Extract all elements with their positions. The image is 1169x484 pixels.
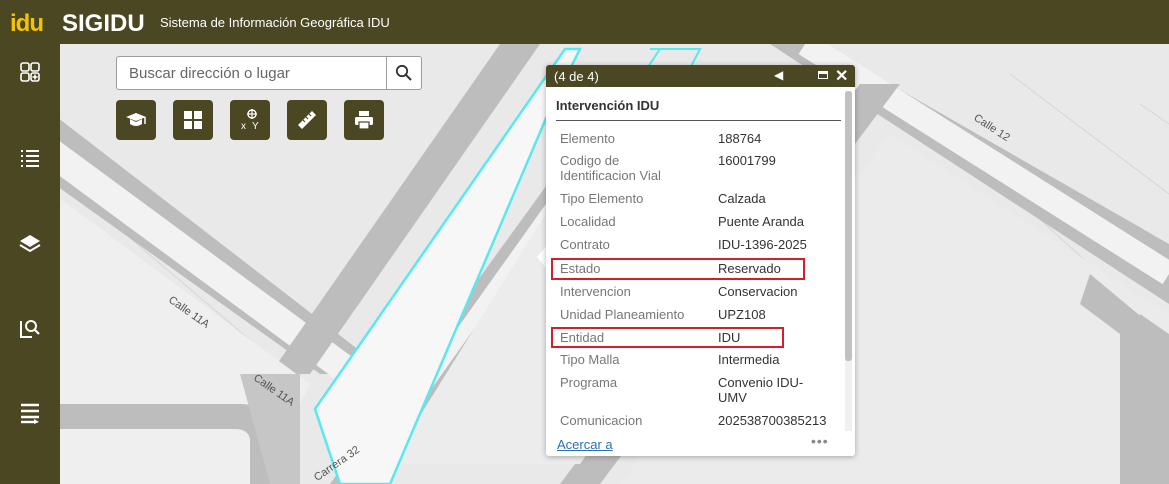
field-value: 188764 — [718, 131, 762, 146]
field-label: Tipo Elemento — [560, 191, 644, 206]
popup-title: Intervención IDU — [556, 98, 660, 113]
widgets-grid-icon[interactable] — [16, 60, 44, 88]
graduation-cap-icon — [126, 113, 146, 126]
field-value: Convenio IDU-UMV — [718, 375, 804, 405]
field-label: Codigo de Identificacion Vial — [560, 153, 661, 183]
close-icon[interactable]: ✕ — [835, 66, 848, 86]
field-label: Elemento — [560, 131, 615, 146]
field-label: Intervencion — [560, 284, 631, 299]
search-box — [116, 56, 422, 90]
graduation-cap-button[interactable] — [116, 100, 156, 140]
svg-text:Y: Y — [252, 121, 259, 132]
coordinates-button[interactable]: xY — [230, 100, 270, 140]
measure-button[interactable] — [287, 100, 327, 140]
basemap-grid-icon — [184, 111, 202, 129]
scrollbar-thumb[interactable] — [845, 91, 852, 361]
svg-text:x: x — [241, 121, 246, 132]
field-value: Intermedia — [718, 352, 780, 367]
field-value: 16001799 — [718, 153, 776, 168]
search-input[interactable] — [117, 57, 411, 89]
info-popup: (4 de 4) ◀ ✕ Intervención IDU Elemento 1… — [546, 65, 855, 456]
zoom-to-link[interactable]: Acercar a — [557, 437, 613, 452]
search-button[interactable] — [386, 57, 421, 89]
idu-logo[interactable]: idu — [10, 10, 44, 38]
print-button[interactable] — [344, 100, 384, 140]
field-value: Calzada — [718, 191, 766, 206]
coordinates-xy-icon: xY — [241, 109, 259, 132]
field-label: Contrato — [560, 237, 610, 252]
field-label: Unidad Planeamiento — [560, 307, 685, 322]
menu-lines-icon[interactable] — [16, 400, 44, 428]
field-value: 202538700385213 — [718, 413, 827, 428]
popup-counter: (4 de 4) — [554, 69, 599, 84]
search-icon — [395, 64, 412, 81]
basemap-gallery-button[interactable] — [173, 100, 213, 140]
list-icon[interactable] — [16, 146, 44, 174]
app-subtitle: Sistema de Información Geográfica IDU — [160, 15, 390, 30]
field-label: Programa — [560, 375, 618, 390]
search-zoom-icon[interactable] — [16, 316, 44, 344]
title-divider — [556, 120, 841, 121]
more-options-icon[interactable]: ••• — [811, 433, 829, 449]
maximize-icon[interactable] — [818, 71, 828, 79]
field-label: Localidad — [560, 214, 616, 229]
entidad-highlight-box — [551, 327, 784, 348]
ruler-icon — [298, 111, 316, 129]
field-value: IDU-1396-2025 — [718, 237, 807, 252]
layers-icon[interactable] — [16, 232, 44, 260]
top-header-bar: idu SIGIDU Sistema de Información Geográ… — [0, 0, 1169, 44]
field-label: Comunicacion — [560, 413, 643, 428]
field-value: Conservacion — [718, 284, 798, 299]
field-value: Puente Aranda — [718, 214, 805, 229]
printer-icon — [355, 111, 373, 130]
left-sidebar — [0, 44, 60, 484]
field-label: Tipo Malla — [560, 352, 620, 367]
previous-arrow-icon[interactable]: ◀ — [774, 68, 783, 82]
popup-scrollbar[interactable] — [845, 91, 852, 431]
field-value: UPZ108 — [718, 307, 766, 322]
estado-highlight-box — [551, 258, 805, 280]
popup-header: (4 de 4) ◀ ✕ — [546, 65, 855, 87]
app-name: SIGIDU — [62, 10, 145, 37]
